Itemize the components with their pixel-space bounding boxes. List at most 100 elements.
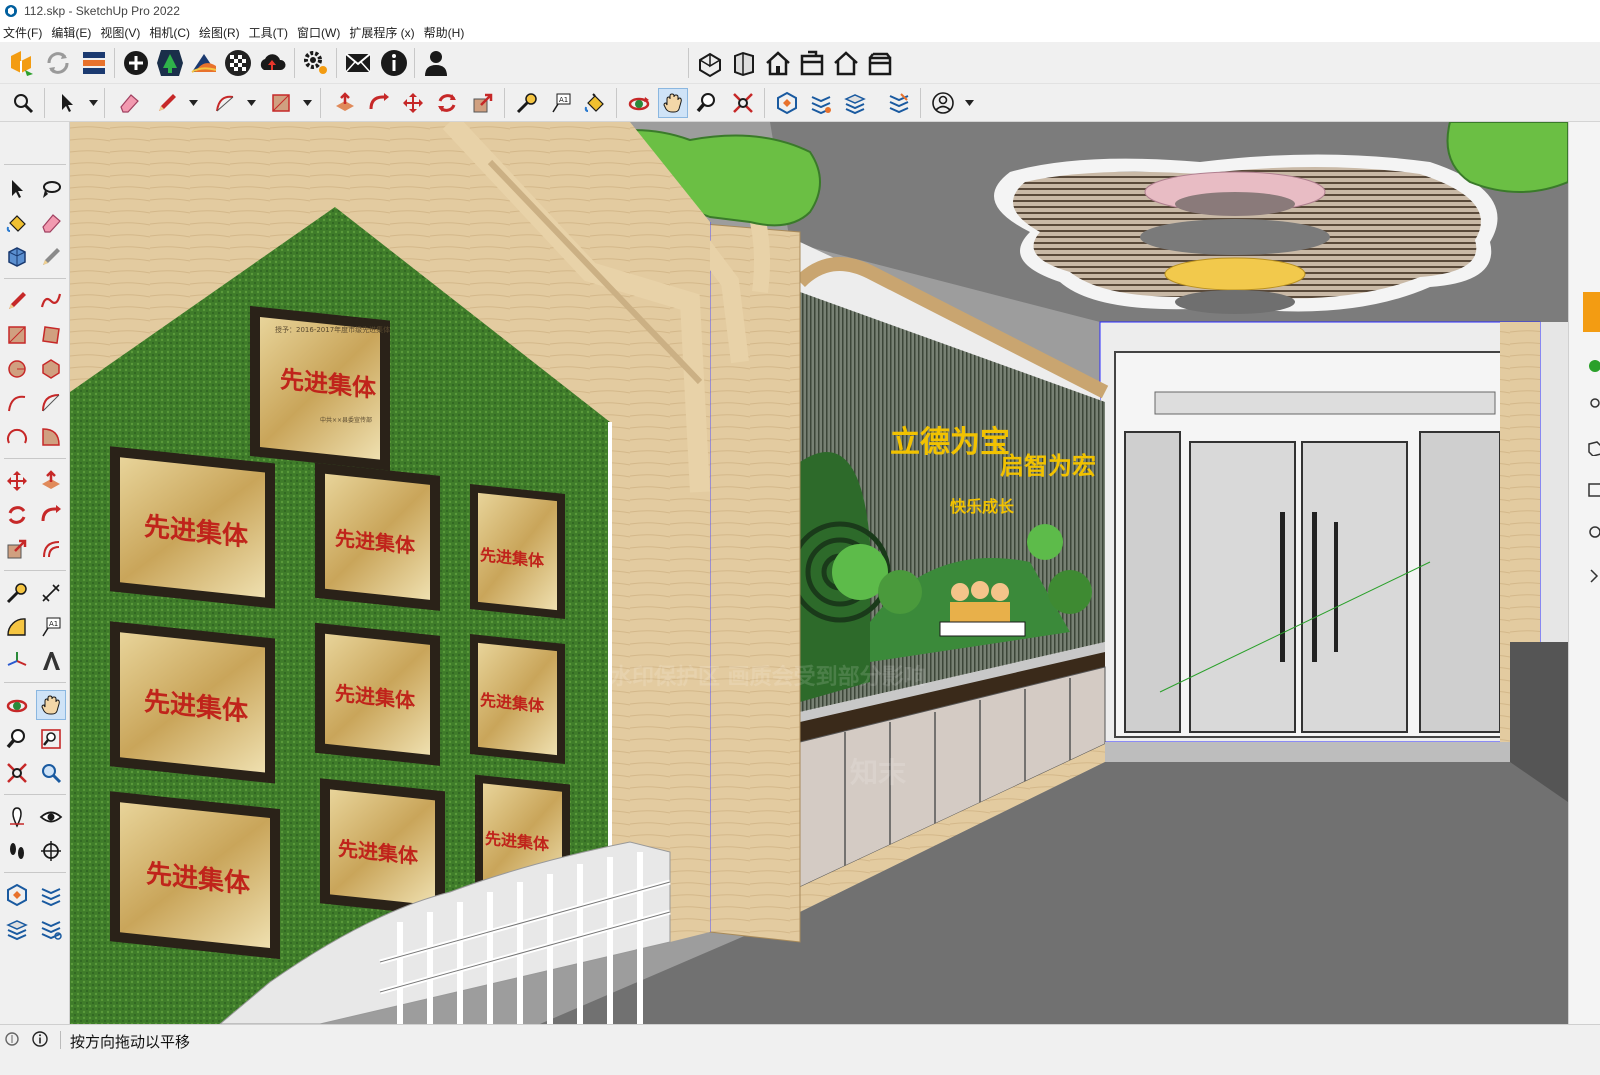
tool-eraser-icon[interactable] (36, 208, 66, 238)
rectangle-icon[interactable] (266, 88, 296, 118)
tool-circle-icon[interactable] (2, 354, 32, 384)
orbit-icon[interactable] (624, 88, 654, 118)
tool-previous-view-icon[interactable] (36, 758, 66, 788)
pan-icon[interactable] (658, 88, 688, 118)
instructor-info-icon[interactable] (32, 1031, 48, 1047)
profile-icon[interactable] (928, 88, 958, 118)
tool-line-icon[interactable] (2, 286, 32, 316)
tool-text-icon[interactable]: A1 (36, 612, 66, 642)
default-tray-panel[interactable] (1568, 122, 1600, 1024)
front-view-icon[interactable] (728, 47, 760, 79)
warehouse-logo-icon[interactable] (6, 47, 38, 79)
tool-orbit-icon[interactable] (2, 690, 32, 720)
tool-scale-icon[interactable] (2, 534, 32, 564)
zoom-icon[interactable] (692, 88, 722, 118)
menu-extensions[interactable]: 扩展程序 (x) (346, 24, 420, 41)
mail-icon[interactable] (342, 47, 374, 79)
tool-offset-icon[interactable] (36, 534, 66, 564)
tool-section-cut-icon[interactable] (2, 880, 32, 910)
tool-paint-bucket-icon[interactable] (2, 208, 32, 238)
paint-bucket-icon[interactable] (580, 88, 610, 118)
tool-zoom-window-icon[interactable] (36, 724, 66, 754)
tool-walk-icon[interactable] (2, 836, 32, 866)
tool-polygon-icon[interactable] (36, 354, 66, 384)
pencil-line-icon[interactable] (152, 88, 182, 118)
eraser-icon[interactable] (114, 88, 144, 118)
menu-view[interactable]: 视图(V) (97, 24, 146, 41)
section-plane-icon[interactable] (772, 88, 802, 118)
tool-three-point-arc-icon[interactable] (2, 422, 32, 452)
line-dropdown-chevron-down-icon[interactable] (188, 88, 198, 118)
section-fill-icon[interactable] (840, 88, 870, 118)
geo-location-icon[interactable] (4, 1031, 20, 1047)
tool-look-around-icon[interactable] (36, 802, 66, 832)
tool-two-point-arc-icon[interactable] (36, 388, 66, 418)
tool-section-plane-icon[interactable] (36, 836, 66, 866)
tray-user-icon[interactable] (1585, 397, 1600, 413)
tool-freehand-icon[interactable] (36, 286, 66, 316)
cloud-upload-icon[interactable] (256, 47, 288, 79)
zoom-window-icon[interactable] (728, 88, 758, 118)
model-viewport[interactable]: 立德为宝 启智为宏 快乐成长 先进集体 先进集体 先进集体 先进集体 先进集体 … (70, 122, 1568, 1024)
iso-view-icon[interactable] (694, 47, 726, 79)
move-icon[interactable] (398, 88, 428, 118)
top-view-icon[interactable] (762, 47, 794, 79)
rotate-icon[interactable] (432, 88, 462, 118)
left-view-icon[interactable] (864, 47, 896, 79)
tool-push-pull-icon[interactable] (36, 466, 66, 496)
profile-dropdown-chevron-down-icon[interactable] (964, 88, 974, 118)
tool-make-component-icon[interactable] (2, 242, 32, 272)
select-icon[interactable] (52, 88, 82, 118)
tool-select-icon[interactable] (2, 174, 32, 204)
tool-follow-me-icon[interactable] (36, 500, 66, 530)
tool-position-camera-icon[interactable] (2, 802, 32, 832)
tool-rotated-rectangle-icon[interactable] (36, 320, 66, 350)
scale-icon[interactable] (468, 88, 498, 118)
tool-pan-icon[interactable] (36, 690, 66, 720)
tool-zoom-extents-icon[interactable] (2, 758, 32, 788)
menu-file[interactable]: 文件(F) (0, 24, 48, 41)
tool-axes-icon[interactable] (2, 646, 32, 676)
tray-chat-icon[interactable] (1585, 358, 1600, 374)
menu-draw[interactable]: 绘图(R) (196, 24, 246, 41)
tool-zoom-icon[interactable] (2, 724, 32, 754)
texture-icon[interactable] (222, 47, 254, 79)
arc-icon[interactable] (210, 88, 240, 118)
tool-section-display-icon[interactable] (36, 880, 66, 910)
menu-help[interactable]: 帮助(H) (421, 24, 471, 41)
section-cuts-icon[interactable] (884, 88, 914, 118)
info-icon[interactable] (378, 47, 410, 79)
tray-box-icon[interactable] (1585, 440, 1600, 456)
section-display-icon[interactable] (806, 88, 836, 118)
arc-dropdown-chevron-down-icon[interactable] (246, 88, 256, 118)
tool-arc-icon[interactable] (2, 388, 32, 418)
menu-tools[interactable]: 工具(T) (246, 24, 294, 41)
sandbox-icon[interactable] (188, 47, 220, 79)
add-location-icon[interactable] (120, 47, 152, 79)
tool-move-icon[interactable] (2, 466, 32, 496)
tape-measure-icon[interactable] (512, 88, 542, 118)
reload-icon[interactable] (42, 47, 74, 79)
tray-layer-icon[interactable] (1585, 482, 1600, 498)
menu-window[interactable]: 窗口(W) (294, 24, 346, 41)
tool-section-settings-icon[interactable] (36, 914, 66, 944)
account-icon[interactable] (420, 47, 452, 79)
tool-3d-text-icon[interactable] (36, 646, 66, 676)
select-dropdown-chevron-down-icon[interactable] (88, 88, 98, 118)
follow-me-icon[interactable] (364, 88, 394, 118)
menu-camera[interactable]: 相机(C) (146, 24, 196, 41)
tool-rotate-icon[interactable] (2, 500, 32, 530)
tool-rectangle-icon[interactable] (2, 320, 32, 350)
tree-icon[interactable] (154, 47, 186, 79)
text-label-icon[interactable]: A1 (546, 88, 576, 118)
gear-settings-icon[interactable] (300, 47, 332, 79)
tray-settings-icon[interactable] (1585, 524, 1600, 540)
tool-protractor-icon[interactable] (2, 612, 32, 642)
tool-tape-measure-icon[interactable] (2, 578, 32, 608)
zoom-extents-icon[interactable] (8, 88, 38, 118)
extension-manager-icon[interactable] (78, 47, 110, 79)
tool-lasso-icon[interactable] (36, 174, 66, 204)
tool-section-fill-icon[interactable] (2, 914, 32, 944)
rectangle-dropdown-chevron-down-icon[interactable] (302, 88, 312, 118)
tool-pie-icon[interactable] (36, 422, 66, 452)
